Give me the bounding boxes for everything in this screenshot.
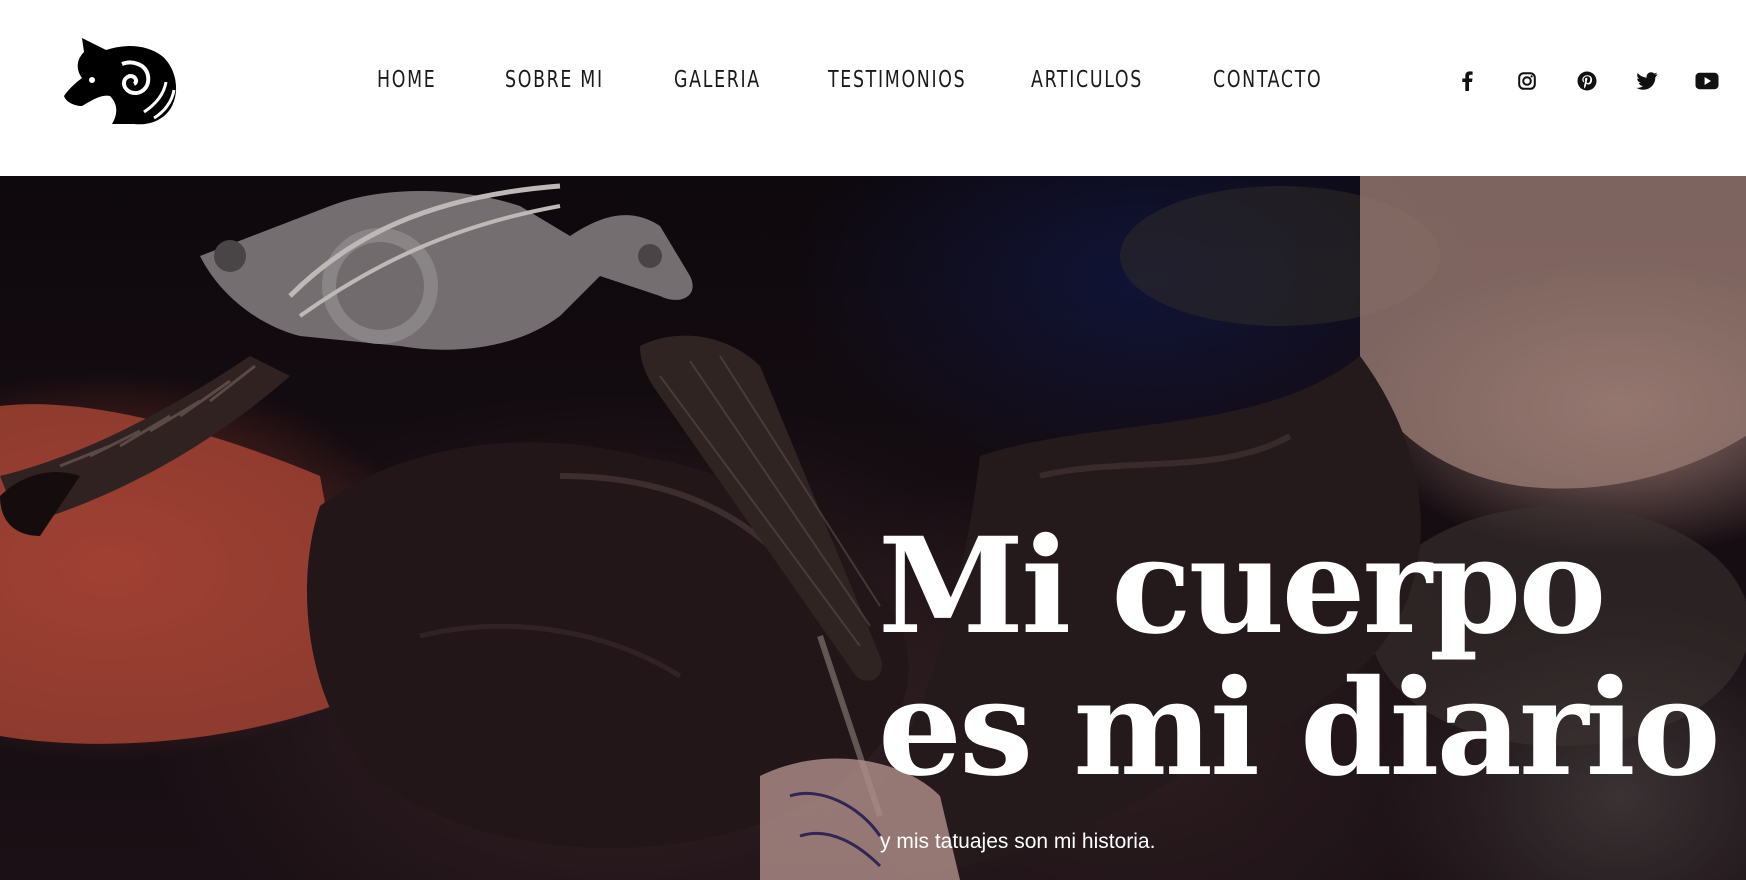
hero-title-line-2: es mi diario xyxy=(878,651,1721,806)
nav-item-home[interactable]: HOME xyxy=(377,67,436,93)
nav-item-testimonios[interactable]: TESTIMONIOS xyxy=(828,67,966,93)
nav-item-sobre-mi[interactable]: SOBRE MI xyxy=(505,67,604,93)
nav-item-galeria[interactable]: GALERIA xyxy=(674,67,761,93)
nav-item-articulos[interactable]: ARTICULOS xyxy=(1031,67,1143,93)
twitter-icon[interactable] xyxy=(1634,68,1660,94)
nav-item-contacto[interactable]: CONTACTO xyxy=(1213,67,1322,93)
hero-title: Mi cuerpo es mi diario xyxy=(878,509,1721,806)
hero-subtitle: y mis tatuajes son mi historia. xyxy=(880,830,1156,853)
hero-title-line-1: Mi cuerpo xyxy=(878,509,1606,664)
main-nav: HOME SOBRE MI GALERIA TESTIMONIOS ARTICU… xyxy=(0,0,1746,162)
youtube-icon[interactable] xyxy=(1694,68,1720,94)
site-header: HOME SOBRE MI GALERIA TESTIMONIOS ARTICU… xyxy=(0,0,1746,176)
facebook-icon[interactable] xyxy=(1454,68,1480,94)
instagram-icon[interactable] xyxy=(1514,68,1540,94)
hero-section: Mi cuerpo es mi diario y mis tatuajes so… xyxy=(0,176,1746,880)
pinterest-icon[interactable] xyxy=(1574,68,1600,94)
